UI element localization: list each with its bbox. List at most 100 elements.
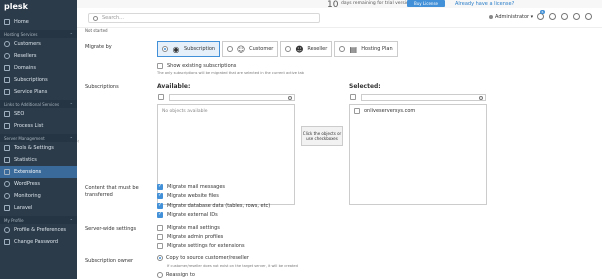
checkbox-label: Migrate settings for extensions — [167, 243, 245, 249]
content-option[interactable]: Migrate external IDs — [157, 211, 218, 218]
sidebar-section-profile[interactable]: My Profile ⌃ — [0, 216, 77, 224]
search-input[interactable]: Search... — [88, 13, 320, 23]
server-wide-label: Server-wide settings — [85, 226, 137, 232]
reseller-icon: ☻ — [295, 44, 304, 54]
migrate-option-subscription[interactable]: ◉ Subscription — [157, 41, 221, 57]
buy-license-button[interactable]: Buy License — [407, 0, 445, 7]
selected-select-all-checkbox[interactable] — [350, 94, 356, 100]
checkbox[interactable] — [157, 202, 163, 209]
subscription-icon: ◉ — [172, 44, 180, 54]
checkbox[interactable] — [157, 234, 163, 240]
checkbox[interactable] — [354, 108, 360, 114]
option-label: Reseller — [307, 46, 328, 52]
status-text: Not started — [85, 28, 108, 33]
radio-button[interactable] — [157, 272, 163, 278]
search-icon — [479, 96, 483, 100]
checkbox-label: Migrate mail settings — [167, 225, 220, 231]
sidebar-item-service-plans[interactable]: Service Plans — [0, 86, 77, 98]
laravel-icon — [4, 205, 10, 211]
owner-hint: If customer/reseller does not exist on t… — [167, 264, 298, 268]
notification-badge: 6 — [540, 10, 545, 14]
sidebar-item-change-password[interactable]: Change Password — [0, 236, 77, 248]
search-icon — [288, 96, 292, 100]
sidebar-item-process-list[interactable]: Process List — [0, 120, 77, 132]
extensions-icon — [4, 169, 10, 175]
server-wide-option[interactable]: Migrate mail settings — [157, 225, 220, 231]
statistics-icon — [4, 157, 10, 163]
sidebar-item-label: SEO — [14, 111, 25, 117]
content-option[interactable]: Migrate mail messages — [157, 183, 226, 190]
radio-button[interactable] — [227, 46, 234, 52]
search-icon — [93, 15, 98, 21]
section-title: My Profile — [4, 217, 24, 223]
checkbox-label: Migrate external IDs — [167, 212, 218, 218]
migrate-option-reseller[interactable]: ☻ Reseller — [280, 41, 333, 57]
radio-button[interactable] — [285, 46, 292, 52]
checkbox-label: Migrate mail messages — [167, 184, 226, 190]
sidebar-item-label: Extensions — [14, 169, 42, 175]
owner-option-copy[interactable]: Copy to source customer/reseller — [157, 255, 249, 261]
hosting-plan-icon: ▤ — [349, 44, 358, 54]
radio-button[interactable] — [162, 46, 168, 52]
section-title: Links to Additional Services — [4, 101, 60, 107]
user-icon — [489, 15, 493, 19]
migrate-option-hosting-plan[interactable]: ▤ Hosting Plan — [334, 41, 398, 57]
radio-button[interactable] — [157, 255, 163, 261]
owner-option-reassign[interactable]: Reassign to — [157, 272, 195, 278]
settings-icon[interactable] — [573, 13, 580, 20]
available-select-all-checkbox[interactable] — [158, 94, 164, 100]
notifications-icon[interactable]: 6 — [537, 10, 545, 20]
header-icons: 6 — [537, 10, 592, 20]
customers-icon — [4, 41, 10, 47]
transfer-hint-button[interactable]: Click the objects or use checkboxes — [301, 126, 343, 146]
license-link[interactable]: Already have a license? — [455, 1, 514, 7]
sidebar-item-label: Customers — [14, 41, 41, 47]
wordpress-icon — [4, 181, 10, 187]
sidebar-section-hosting[interactable]: Hosting Services ⌃ — [0, 30, 77, 38]
sidebar-item-label: Tools & Settings — [14, 145, 54, 151]
checkbox[interactable] — [157, 63, 163, 69]
monitoring-icon — [4, 193, 10, 199]
sidebar-item-monitoring[interactable]: Monitoring — [0, 190, 77, 202]
sidebar-item-wordpress[interactable]: WordPress — [0, 178, 77, 190]
server-wide-option[interactable]: Migrate settings for extensions — [157, 243, 245, 249]
profile-icon[interactable] — [549, 13, 556, 20]
trial-bar: 10 days remaining for trial version Buy … — [77, 0, 602, 10]
checkbox[interactable] — [157, 211, 163, 218]
sidebar-item-resellers[interactable]: Resellers — [0, 50, 77, 62]
radio-button[interactable] — [339, 46, 346, 52]
sidebar-item-label: Process List — [14, 123, 44, 129]
content-option[interactable]: Migrate website files — [157, 192, 219, 199]
list-item[interactable]: onliveserversys.com — [354, 108, 415, 114]
sidebar-section-server[interactable]: Server Management ⌃ — [0, 134, 77, 142]
sidebar-item-seo[interactable]: SEO — [0, 108, 77, 120]
selected-search-input[interactable] — [361, 94, 486, 101]
content-option[interactable]: Migrate database data (tables, rows, etc… — [157, 202, 270, 209]
sidebar-collapse-icon[interactable]: ‹ — [77, 138, 81, 146]
sidebar-item-subscriptions[interactable]: Subscriptions — [0, 74, 77, 86]
home-icon — [4, 19, 10, 25]
sidebar-section-links[interactable]: Links to Additional Services ⌃ — [0, 100, 77, 108]
sidebar-item-statistics[interactable]: Statistics — [0, 154, 77, 166]
help-icon[interactable] — [585, 13, 592, 20]
sidebar-item-tools[interactable]: Tools & Settings — [0, 142, 77, 154]
sidebar-item-extensions[interactable]: Extensions — [0, 166, 77, 178]
subscriptions-label: Subscriptions — [85, 84, 119, 90]
sidebar-item-label: Monitoring — [14, 193, 41, 199]
checkbox[interactable] — [157, 192, 163, 199]
tools-icon[interactable] — [561, 13, 568, 20]
user-menu[interactable]: Administrator ▾ — [489, 14, 533, 20]
checkbox[interactable] — [157, 243, 163, 249]
checkbox[interactable] — [157, 225, 163, 231]
sidebar-item-laravel[interactable]: Laravel — [0, 202, 77, 214]
search-placeholder: Search... — [102, 15, 124, 21]
migrate-option-customer[interactable]: ☺ Customer — [222, 41, 279, 57]
sidebar-item-profile[interactable]: Profile & Preferences — [0, 224, 77, 236]
available-search-input[interactable] — [169, 94, 295, 101]
checkbox[interactable] — [157, 183, 163, 190]
sidebar-item-customers[interactable]: Customers — [0, 38, 77, 50]
sidebar-item-domains[interactable]: Domains — [0, 62, 77, 74]
sidebar-item-home[interactable]: Home — [0, 16, 77, 28]
server-wide-option[interactable]: Migrate admin profiles — [157, 234, 223, 240]
show-existing-checkbox[interactable]: Show existing subscriptions — [157, 63, 236, 69]
